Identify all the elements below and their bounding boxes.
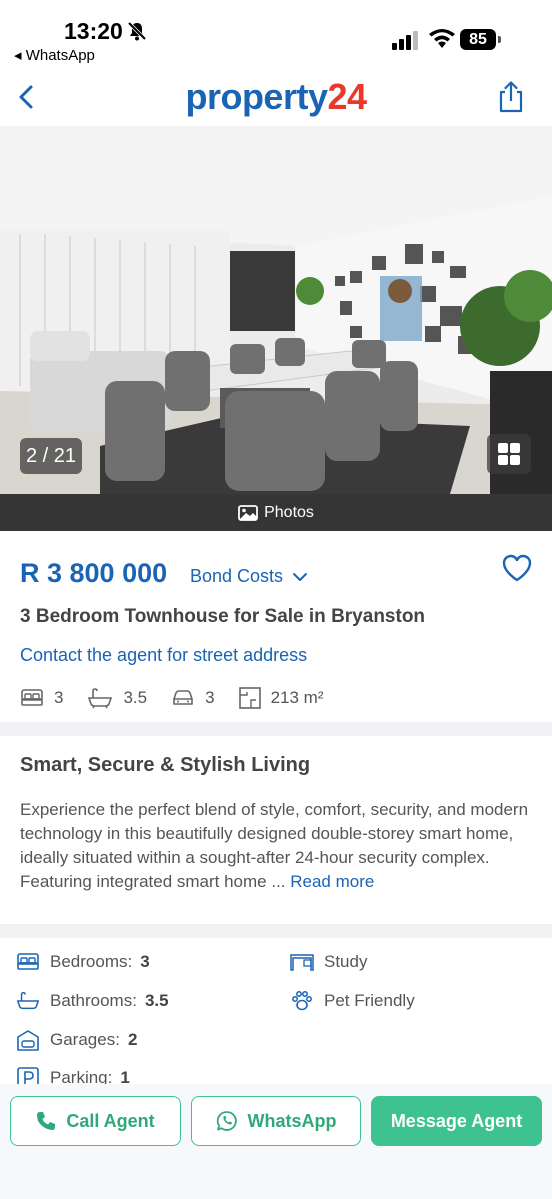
quick-bedrooms-value: 3 bbox=[54, 688, 64, 707]
battery-tip bbox=[498, 36, 501, 43]
bath-icon bbox=[88, 688, 113, 709]
grid-view-button[interactable] bbox=[487, 434, 531, 474]
call-agent-button[interactable]: Call Agent bbox=[10, 1096, 181, 1146]
listing-title: 3 Bedroom Townhouse for Sale in Bryansto… bbox=[20, 606, 426, 627]
heart-icon[interactable] bbox=[501, 553, 533, 583]
feature-garages: Garages: 2 bbox=[16, 1029, 137, 1051]
feature-bathrooms: Bathrooms: 3.5 bbox=[16, 990, 169, 1012]
quick-garages-value: 3 bbox=[205, 688, 215, 707]
feature-bedrooms-value: 3 bbox=[140, 952, 150, 971]
wifi-icon bbox=[429, 29, 455, 48]
bond-costs-toggle[interactable]: Bond Costs bbox=[190, 566, 308, 587]
feature-garages-label: Garages: bbox=[50, 1030, 120, 1049]
image-icon bbox=[238, 504, 258, 521]
description-heading: Smart, Secure & Stylish Living bbox=[20, 754, 311, 776]
quick-stat-bedrooms: 3 bbox=[20, 688, 63, 708]
dining-room-photo bbox=[0, 126, 552, 494]
listing-price: R 3 800 000 bbox=[20, 558, 168, 588]
whatsapp-label: WhatsApp bbox=[247, 1110, 337, 1131]
feature-garages-value: 2 bbox=[127, 1030, 138, 1049]
message-agent-button[interactable]: Message Agent bbox=[371, 1096, 542, 1146]
feature-bedrooms-label: Bedrooms: bbox=[50, 952, 133, 971]
phone-icon bbox=[37, 1112, 56, 1130]
bed-icon bbox=[17, 953, 39, 970]
description-text: Experience the perfect blend of style, c… bbox=[20, 798, 538, 894]
bed-icon bbox=[21, 689, 43, 706]
battery-indicator: 85 bbox=[460, 29, 496, 50]
feature-parking: Parking: 1 bbox=[16, 1067, 130, 1084]
status-bar: 13:20 ◂ WhatsApp 85 bbox=[0, 0, 552, 70]
floor-plan-icon bbox=[238, 687, 261, 709]
feature-pet-friendly: Pet Friendly bbox=[290, 990, 415, 1012]
quick-size-value: 213 m² bbox=[270, 688, 324, 707]
share-icon[interactable] bbox=[496, 80, 526, 114]
section-divider bbox=[0, 924, 552, 938]
desk-icon bbox=[290, 954, 314, 971]
feature-study: Study bbox=[290, 952, 367, 972]
section-divider bbox=[0, 722, 552, 736]
clock: 13:20 bbox=[64, 18, 123, 44]
feature-study-label: Study bbox=[324, 952, 368, 971]
quick-stat-bathrooms: 3.5 bbox=[87, 687, 147, 709]
message-agent-label: Message Agent bbox=[390, 1110, 523, 1131]
photos-label: Photos bbox=[264, 503, 314, 521]
photo-counter: 2 / 21 bbox=[20, 438, 82, 474]
whatsapp-button[interactable]: WhatsApp bbox=[191, 1096, 361, 1146]
bell-muted-icon bbox=[127, 21, 147, 41]
quick-stat-garages: 3 bbox=[171, 688, 215, 708]
signal-icon bbox=[392, 31, 418, 50]
whatsapp-icon bbox=[216, 1111, 237, 1131]
call-agent-label: Call Agent bbox=[66, 1110, 155, 1131]
grid-square-icon bbox=[498, 455, 508, 465]
feature-bedrooms: Bedrooms: 3 bbox=[16, 952, 150, 972]
action-bar: Call Agent WhatsApp Message Agent bbox=[0, 1084, 552, 1199]
property24-logo: property24 bbox=[0, 76, 552, 118]
logo-text-24: 24 bbox=[327, 76, 367, 117]
feature-parking-label: Parking: bbox=[50, 1068, 113, 1084]
listing-photo[interactable] bbox=[0, 126, 552, 494]
chevron-down-icon bbox=[293, 573, 308, 581]
feature-parking-value: 1 bbox=[120, 1068, 130, 1084]
logo-text-property: property bbox=[185, 76, 328, 117]
garage-icon bbox=[17, 1030, 39, 1051]
quick-stat-size: 213 m² bbox=[238, 687, 324, 709]
grid-square-icon bbox=[510, 455, 520, 465]
feature-bathrooms-label: Bathrooms: bbox=[50, 991, 137, 1010]
photos-button[interactable]: Photos bbox=[0, 494, 552, 531]
feature-pet-friendly-label: Pet Friendly bbox=[324, 991, 415, 1010]
quick-bathrooms-value: 3.5 bbox=[123, 688, 148, 707]
description-body: Experience the perfect blend of style, c… bbox=[20, 800, 529, 891]
app-header: property24 bbox=[0, 70, 552, 126]
features-list: Bedrooms: 3 Bathrooms: 3.5 Garages: 2 Pa… bbox=[0, 950, 552, 1084]
bond-costs-label: Bond Costs bbox=[190, 566, 284, 586]
contact-agent-address-link[interactable]: Contact the agent for street address bbox=[20, 645, 307, 666]
bath-icon bbox=[16, 991, 40, 1010]
paw-icon bbox=[292, 991, 312, 1011]
quick-stats: 3 3.5 3 213 m² bbox=[20, 684, 348, 712]
car-icon bbox=[173, 690, 193, 705]
feature-bathrooms-value: 3.5 bbox=[144, 991, 169, 1010]
back-to-app-link[interactable]: ◂ WhatsApp bbox=[14, 46, 95, 64]
grid-square-icon bbox=[498, 443, 508, 453]
parking-icon bbox=[17, 1067, 39, 1084]
read-more-link[interactable]: Read more bbox=[290, 872, 374, 891]
grid-square-icon bbox=[510, 443, 520, 453]
